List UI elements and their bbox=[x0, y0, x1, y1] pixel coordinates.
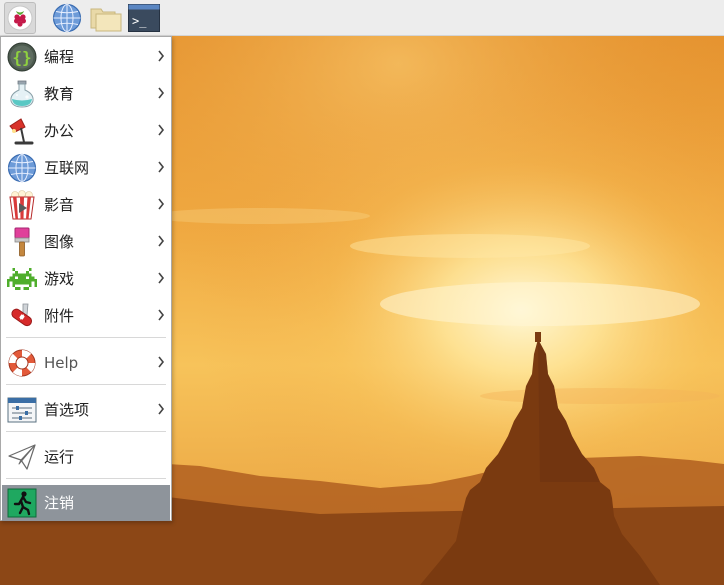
chevron-right-icon bbox=[158, 356, 165, 368]
menu-separator bbox=[6, 431, 166, 432]
menu-item-sound-video[interactable]: 影音 bbox=[2, 187, 170, 223]
desktop: >_ {} 编程 教育 办公 互联网 影音 图像 游戏 附件 Help 首选项 … bbox=[0, 0, 724, 585]
menu-item-logout[interactable]: 注销 bbox=[2, 485, 170, 521]
paintbrush-icon bbox=[7, 227, 37, 257]
taskbar: >_ bbox=[0, 0, 724, 36]
exit-running-icon bbox=[7, 488, 37, 518]
web-browser-launcher[interactable] bbox=[51, 2, 83, 34]
chevron-right-icon bbox=[158, 403, 165, 415]
svg-text:{}: {} bbox=[12, 48, 31, 67]
menu-item-education[interactable]: 教育 bbox=[2, 76, 170, 112]
flask-icon bbox=[7, 79, 37, 109]
lifebuoy-icon bbox=[7, 348, 37, 378]
menu-separator bbox=[6, 337, 166, 338]
menu-item-internet[interactable]: 互联网 bbox=[2, 150, 170, 186]
globe-icon bbox=[52, 3, 82, 33]
menu-item-label: Help bbox=[44, 354, 79, 372]
menu-item-label: 影音 bbox=[44, 196, 75, 214]
paper-plane-icon bbox=[7, 442, 37, 472]
raspberry-icon bbox=[7, 5, 33, 31]
menu-separator bbox=[6, 384, 166, 385]
menu-item-label: 注销 bbox=[44, 494, 75, 512]
menu-item-run[interactable]: 运行 bbox=[2, 439, 170, 475]
globe-icon bbox=[7, 153, 37, 183]
space-invader-icon bbox=[7, 264, 37, 294]
chevron-right-icon bbox=[158, 161, 165, 173]
settings-panel-icon bbox=[7, 395, 37, 425]
menu-item-label: 教育 bbox=[44, 85, 75, 103]
menu-item-accessories[interactable]: 附件 bbox=[2, 298, 170, 334]
menu-item-preferences[interactable]: 首选项 bbox=[2, 392, 170, 428]
application-menu-button[interactable] bbox=[4, 2, 36, 34]
menu-item-label: 互联网 bbox=[44, 159, 90, 177]
terminal-prompt-glyph: >_ bbox=[132, 14, 147, 28]
menu-item-label: 编程 bbox=[44, 48, 75, 66]
file-manager-launcher[interactable] bbox=[90, 2, 122, 34]
application-menu: {} 编程 教育 办公 互联网 影音 图像 游戏 附件 Help 首选项 运行 … bbox=[0, 36, 172, 521]
folder-icon bbox=[90, 8, 122, 32]
menu-item-office[interactable]: 办公 bbox=[2, 113, 170, 149]
menu-item-label: 运行 bbox=[44, 448, 75, 466]
chevron-right-icon bbox=[158, 272, 165, 284]
chevron-right-icon bbox=[158, 124, 165, 136]
menu-separator bbox=[6, 478, 166, 479]
menu-item-label: 附件 bbox=[44, 307, 75, 325]
menu-item-help[interactable]: Help bbox=[2, 345, 170, 381]
menu-item-label: 游戏 bbox=[44, 270, 75, 288]
menu-item-label: 办公 bbox=[44, 122, 75, 140]
desk-lamp-icon bbox=[7, 116, 37, 146]
code-braces-icon: {} bbox=[7, 42, 37, 72]
terminal-icon: >_ bbox=[128, 4, 160, 32]
chevron-right-icon bbox=[158, 87, 165, 99]
popcorn-play-icon bbox=[7, 190, 37, 220]
chevron-right-icon bbox=[158, 198, 165, 210]
chevron-right-icon bbox=[158, 50, 165, 62]
menu-item-label: 图像 bbox=[44, 233, 75, 251]
menu-item-label: 首选项 bbox=[44, 401, 90, 419]
chevron-right-icon bbox=[158, 309, 165, 321]
menu-item-games[interactable]: 游戏 bbox=[2, 261, 170, 297]
chevron-right-icon bbox=[158, 235, 165, 247]
terminal-launcher[interactable]: >_ bbox=[128, 2, 160, 34]
menu-item-graphics[interactable]: 图像 bbox=[2, 224, 170, 260]
menu-item-programming[interactable]: {} 编程 bbox=[2, 39, 170, 75]
pocket-knife-icon bbox=[7, 301, 37, 331]
